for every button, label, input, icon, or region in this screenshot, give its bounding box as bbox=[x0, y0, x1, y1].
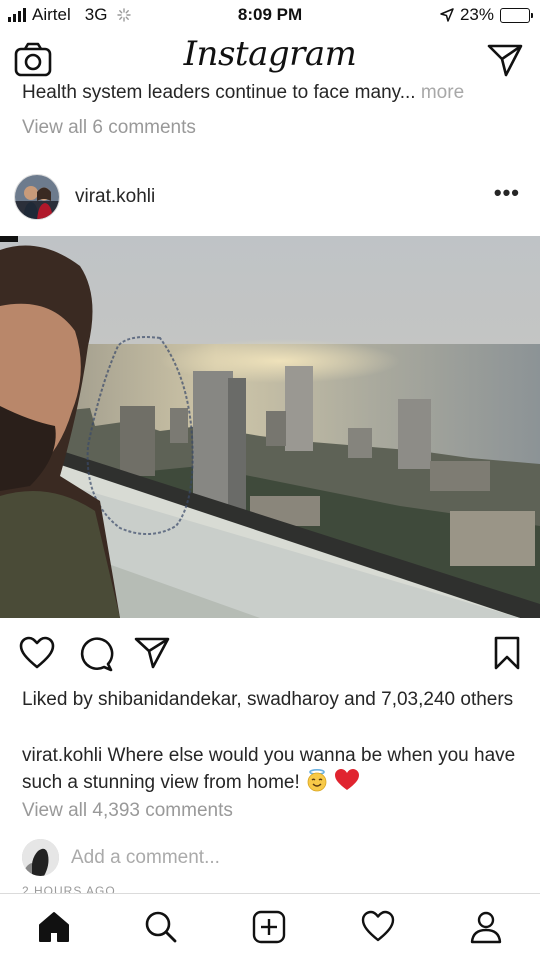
post-photo[interactable] bbox=[0, 236, 540, 618]
red-heart-icon bbox=[335, 769, 360, 790]
bookmark-icon[interactable] bbox=[493, 636, 521, 670]
post-header: virat.kohli ••• bbox=[0, 170, 540, 226]
add-comment-input[interactable]: Add a comment... bbox=[71, 847, 220, 869]
like-heart-icon[interactable] bbox=[18, 636, 56, 670]
profile-icon[interactable] bbox=[469, 910, 503, 944]
status-bar: Airtel 3G 8:09 PM 23% bbox=[0, 0, 540, 30]
post-caption: virat.kohli Where else would you wanna b… bbox=[22, 744, 527, 795]
avatar[interactable] bbox=[14, 174, 60, 220]
post-actions bbox=[0, 632, 540, 676]
new-post-icon[interactable] bbox=[252, 910, 286, 944]
home-icon[interactable] bbox=[37, 910, 71, 944]
post-username[interactable]: virat.kohli bbox=[75, 186, 155, 208]
angel-emoji-icon bbox=[307, 768, 327, 792]
bottom-tab-bar bbox=[0, 893, 540, 960]
previous-caption-text: Health system leaders continue to face m… bbox=[22, 82, 416, 103]
app-header: Instagram bbox=[0, 30, 540, 88]
battery-percent: 23% bbox=[459, 5, 494, 24]
location-arrow-icon bbox=[440, 8, 454, 22]
search-icon[interactable] bbox=[144, 910, 178, 944]
share-plane-icon[interactable] bbox=[134, 636, 170, 670]
battery-icon bbox=[500, 7, 533, 23]
current-user-avatar bbox=[22, 839, 59, 876]
options-menu-icon[interactable]: ••• bbox=[494, 180, 520, 206]
previous-post-caption: Health system leaders continue to face m… bbox=[22, 82, 522, 106]
previous-view-comments-link[interactable]: View all 6 comments bbox=[22, 117, 196, 139]
likes-text[interactable]: Liked by shibanidandekar, swadharoy and … bbox=[22, 688, 522, 711]
post-timestamp: 2 HOURS AGO bbox=[22, 884, 116, 893]
add-comment-row[interactable]: Add a comment... bbox=[22, 838, 522, 878]
instagram-logo[interactable]: Instagram bbox=[0, 34, 540, 74]
comment-bubble-icon[interactable] bbox=[78, 636, 114, 672]
view-all-comments-link[interactable]: View all 4,393 comments bbox=[22, 800, 233, 822]
more-link[interactable]: more bbox=[421, 82, 464, 103]
activity-heart-icon[interactable] bbox=[360, 910, 396, 944]
caption-username[interactable]: virat.kohli bbox=[22, 745, 102, 766]
paper-plane-icon[interactable] bbox=[486, 42, 524, 78]
status-right: 23% bbox=[440, 5, 533, 25]
